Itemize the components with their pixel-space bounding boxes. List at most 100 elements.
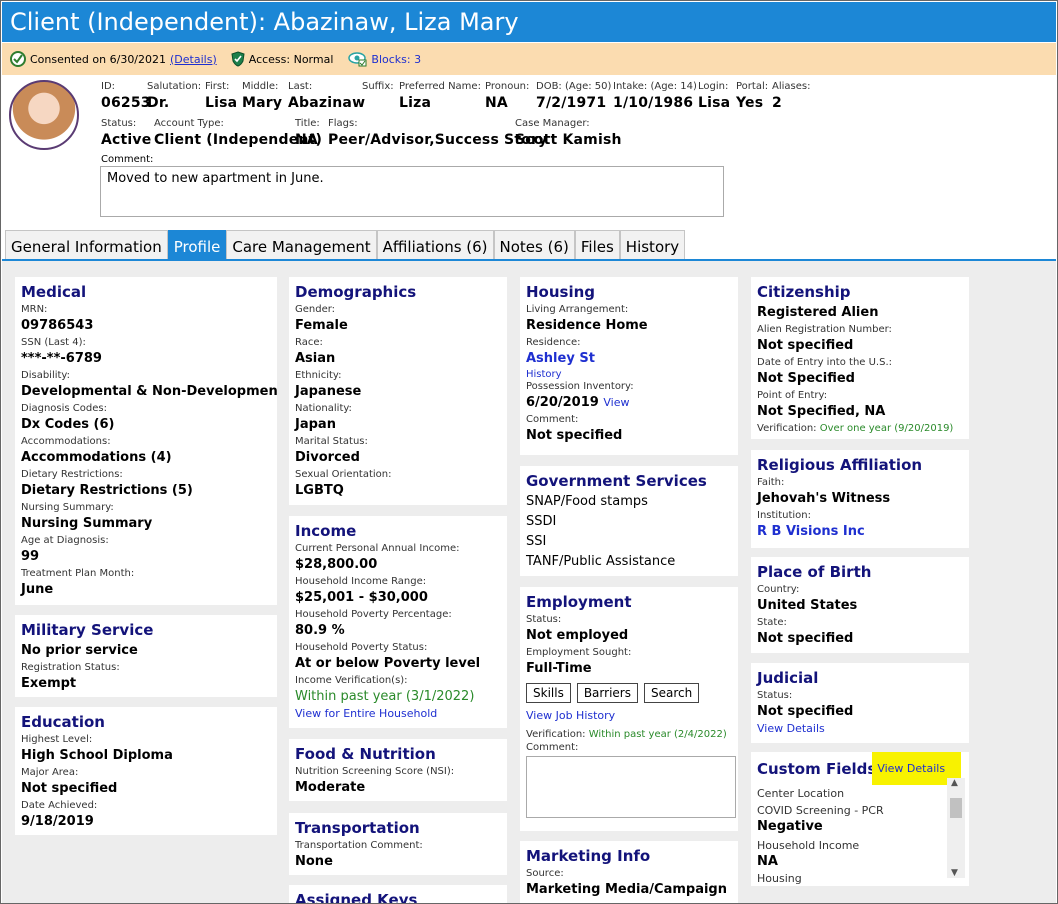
transportation-comment-label: Transportation Comment: — [295, 840, 423, 851]
marketing-title: Marketing Info — [526, 847, 651, 865]
birth-country-label: Country: — [757, 584, 800, 595]
center-location-label: Center Location — [757, 787, 845, 800]
assigned-keys-card: Assigned Keys — [289, 885, 507, 904]
field-first: First: Lisa — [205, 81, 238, 111]
field-title: Title: NA — [295, 118, 320, 148]
field-portal: Portal: Yes — [736, 81, 769, 111]
status-bar: Consented on 6/30/2021 (Details) Access:… — [2, 43, 1056, 75]
tab-files[interactable]: Files — [574, 230, 620, 260]
employment-comment-field[interactable] — [526, 756, 736, 818]
scroll-thumb[interactable] — [950, 798, 962, 818]
treatment-plan-value: June — [21, 582, 54, 597]
poverty-status-label: Household Poverty Status: — [295, 642, 428, 653]
check-circle-icon — [10, 51, 26, 67]
entry-date-value: Not Specified — [757, 371, 855, 386]
citizenship-verification-value[interactable]: Over one year (9/20/2019) — [820, 423, 954, 434]
blocks-link[interactable]: Blocks: 3 — [371, 53, 421, 66]
housing-title: Housing — [526, 283, 596, 301]
nursing-value[interactable]: Nursing Summary — [21, 514, 272, 534]
judicial-status-label: Status: — [757, 690, 793, 701]
dietary-label: Dietary Restrictions: — [21, 469, 123, 480]
education-level-value: High School Diploma — [21, 748, 173, 763]
mrn-label: MRN: — [21, 304, 48, 315]
comment-label: Comment: — [101, 154, 154, 165]
medical-title: Medical — [21, 283, 87, 301]
avatar — [9, 80, 79, 150]
nursing-label: Nursing Summary: — [21, 502, 114, 513]
major-value: Not specified — [21, 781, 118, 796]
scroll-down-icon[interactable]: ▼ — [951, 868, 958, 878]
custom-fields-scrollbar[interactable]: ▲ ▼ — [947, 778, 965, 878]
household-income-value: NA — [757, 854, 778, 869]
employment-verification-value[interactable]: Within past year (2/4/2022) — [589, 729, 727, 740]
tab-history[interactable]: History — [619, 230, 686, 260]
residence-link[interactable]: Ashley St — [526, 349, 733, 369]
scroll-up-icon[interactable]: ▲ — [951, 778, 958, 788]
diagnosis-codes-value[interactable]: Dx Codes (6) — [21, 415, 272, 435]
institution-link[interactable]: R B Visions Inc — [757, 522, 964, 542]
tab-notes[interactable]: Notes (6) — [493, 230, 575, 260]
housing-comment-label: Comment: — [526, 414, 579, 425]
birth-state-label: State: — [757, 617, 787, 628]
transportation-comment-value: None — [295, 854, 333, 869]
client-window: Client (Independent): Abazinaw, Liza Mar… — [0, 0, 1058, 904]
field-last: Last: Abazinaw — [288, 81, 366, 111]
disability-value[interactable]: Developmental & Non-Developmental — [21, 382, 277, 402]
possession-view-link[interactable]: View — [603, 396, 629, 409]
food-title: Food & Nutrition — [295, 745, 436, 763]
judicial-card: Judicial Status: Not specified View Deta… — [751, 663, 969, 743]
religious-affiliation-card: Religious Affiliation Faith: Jehovah's W… — [751, 450, 969, 548]
housing-history-link[interactable]: History — [526, 369, 733, 380]
dietary-value[interactable]: Dietary Restrictions (5) — [21, 481, 272, 501]
comment-field[interactable]: Moved to new apartment in June. — [100, 166, 724, 217]
field-dob: DOB: (Age: 50) 7/2/1971 — [536, 81, 612, 111]
assigned-keys-title: Assigned Keys — [295, 891, 418, 904]
field-case-manager: Case Manager: Scott Kamish — [515, 118, 622, 148]
consent-details-link[interactable]: (Details) — [170, 53, 217, 66]
income-title: Income — [295, 522, 357, 540]
household-income-link[interactable]: View for Entire Household — [295, 707, 502, 720]
race-value: Asian — [295, 351, 336, 366]
employment-comment-label: Comment: — [526, 742, 579, 753]
nsi-value: Moderate — [295, 780, 366, 795]
citizenship-title: Citizenship — [757, 283, 851, 301]
orientation-value: LGBTQ — [295, 483, 344, 498]
education-title: Education — [21, 713, 105, 731]
field-status: Status: Active — [101, 118, 152, 148]
search-button[interactable]: Search — [643, 683, 700, 703]
tab-bar: General Information Profile Care Managem… — [5, 230, 686, 260]
field-preferred-name: Preferred Name: Liza — [399, 81, 481, 111]
poverty-percentage-value: 80.9 % — [295, 623, 345, 638]
military-value: No prior service — [21, 643, 138, 658]
birth-state-value: Not specified — [757, 631, 854, 646]
skills-button[interactable]: Skills — [526, 683, 571, 703]
birth-country-value: United States — [757, 598, 858, 613]
education-level-label: Highest Level: — [21, 734, 93, 745]
barriers-button[interactable]: Barriers — [576, 683, 638, 703]
marketing-card: Marketing Info Source: Marketing Media/C… — [520, 841, 738, 903]
birth-title: Place of Birth — [757, 563, 872, 581]
judicial-status-value: Not specified — [757, 704, 854, 719]
income-card: Income Current Personal Annual Income: $… — [289, 516, 507, 728]
tab-profile[interactable]: Profile — [167, 230, 227, 260]
medical-card: Medical MRN: 09786543 SSN (Last 4): ***-… — [15, 277, 277, 605]
tab-general-information[interactable]: General Information — [5, 230, 168, 260]
treatment-plan-label: Treatment Plan Month: — [21, 568, 135, 579]
living-arrangement-label: Living Arrangement: — [526, 304, 629, 315]
custom-fields-title: Custom Fields — [757, 759, 877, 778]
demographics-title: Demographics — [295, 283, 417, 301]
marital-value: Divorced — [295, 450, 360, 465]
judicial-details-link[interactable]: View Details — [757, 722, 964, 735]
accommodations-label: Accommodations: — [21, 436, 111, 447]
job-history-link[interactable]: View Job History — [526, 709, 733, 722]
ssn-label: SSN (Last 4): — [21, 337, 86, 348]
eye-block-icon — [348, 52, 367, 67]
accommodations-value[interactable]: Accommodations (4) — [21, 448, 272, 468]
place-of-birth-card: Place of Birth Country: United States St… — [751, 557, 969, 653]
income-verification-value[interactable]: Within past year (3/1/2022) — [295, 687, 502, 707]
tab-care-management[interactable]: Care Management — [226, 230, 377, 260]
employment-status-value: Not employed — [526, 628, 629, 643]
faith-value: Jehovah's Witness — [757, 491, 891, 506]
marital-label: Marital Status: — [295, 436, 368, 447]
tab-affiliations[interactable]: Affiliations (6) — [376, 230, 494, 260]
